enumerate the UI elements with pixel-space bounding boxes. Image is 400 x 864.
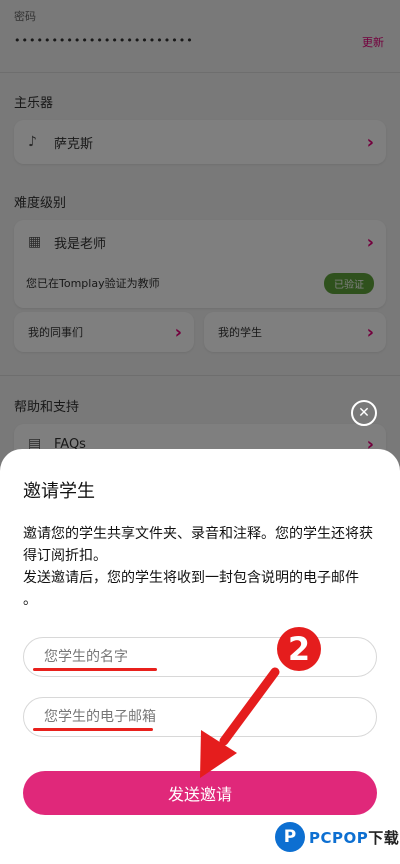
- student-name-input[interactable]: [23, 637, 377, 677]
- student-email-input[interactable]: [23, 697, 377, 737]
- sheet-title: 邀请学生: [23, 481, 95, 502]
- send-invite-button[interactable]: 发送邀请: [23, 771, 377, 815]
- description-line: 发送邀请后，您的学生将收到一封包含说明的电子邮件: [23, 570, 359, 586]
- sheet-description: 邀请您的学生共享文件夹、录音和注释。您的学生还将获得订阅折扣。 发送邀请后，您的…: [23, 523, 383, 611]
- watermark-brand: PCPOP: [309, 828, 369, 847]
- pcpop-watermark: P PCPOP下载: [275, 822, 399, 852]
- invite-student-sheet: 邀请学生 邀请您的学生共享文件夹、录音和注释。您的学生还将获得订阅折扣。 发送邀…: [0, 449, 400, 864]
- annotation-underline: [33, 668, 157, 671]
- description-line: 。: [23, 592, 37, 608]
- step-number-badge: 2: [277, 627, 321, 671]
- pcpop-logo-icon: P: [275, 822, 305, 852]
- watermark-text: PCPOP下载: [309, 827, 399, 848]
- watermark-suffix: 下载: [368, 828, 400, 847]
- description-line: 邀请您的学生共享文件夹、录音和注释。您的学生还将获得订阅折扣。: [23, 526, 373, 564]
- close-icon[interactable]: ✕: [351, 400, 377, 426]
- annotation-underline: [33, 728, 153, 731]
